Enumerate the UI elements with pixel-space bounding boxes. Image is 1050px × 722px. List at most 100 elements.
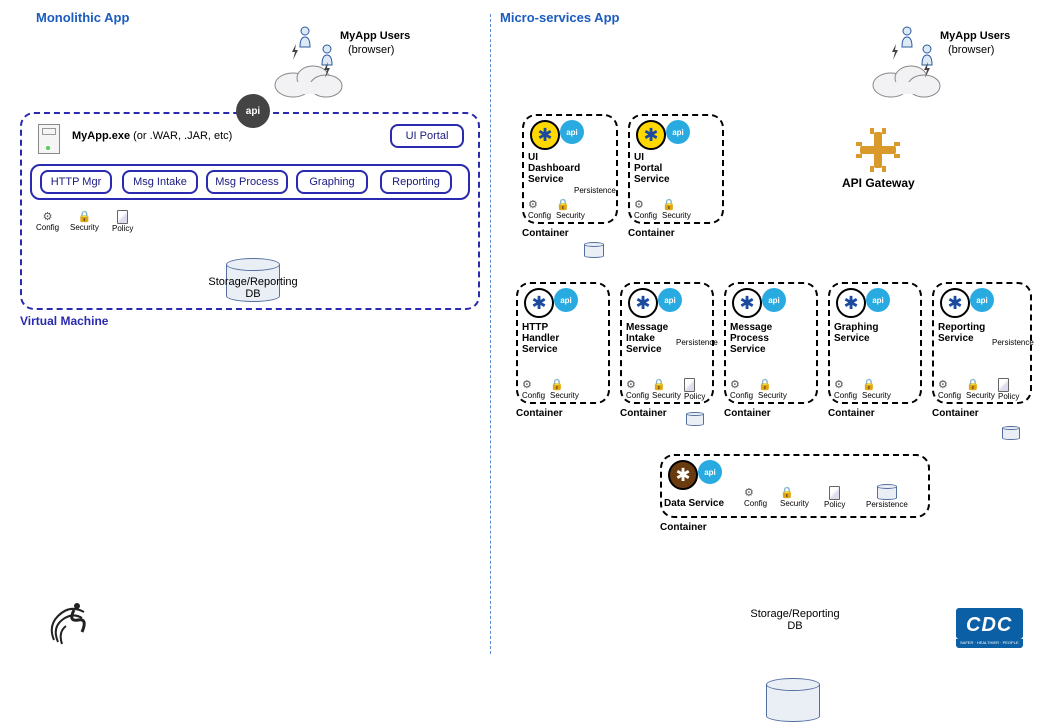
- policy-label: Policy: [112, 224, 133, 233]
- security-item: 🔒Security: [556, 198, 585, 220]
- config-item: ⚙Config: [634, 198, 657, 220]
- container-label: Container: [620, 408, 667, 419]
- config-item: ⚙ Config: [36, 210, 59, 232]
- microservices-heading: Micro-services App: [500, 10, 619, 25]
- policy-icon: [117, 210, 128, 224]
- cdc-logo: CDC SAFER · HEALTHIER · PEOPLE: [956, 608, 1023, 648]
- security-item: 🔒Security: [780, 486, 809, 508]
- lightning-icon: [290, 44, 300, 63]
- right-users-title: MyApp Users: [940, 30, 1010, 42]
- policy-icon: [998, 378, 1009, 392]
- db-label: Storage/Reporting DB: [198, 276, 308, 300]
- lock-icon: 🔒: [862, 379, 876, 391]
- ui-portal-module: UI Portal: [390, 124, 464, 148]
- config-item: ⚙Config: [938, 378, 961, 400]
- policy-item: Policy: [112, 210, 133, 233]
- security-item: 🔒Security: [966, 378, 995, 400]
- medical-star-icon: ✱: [940, 288, 970, 318]
- app-name-line: MyApp.exe (or .WAR, .JAR, etc): [72, 130, 232, 142]
- container-label: Container: [522, 228, 569, 239]
- persistence-label: Persistence: [574, 186, 616, 195]
- security-item: 🔒Security: [662, 198, 691, 220]
- persistence-icon: [1002, 426, 1020, 440]
- svc-name: Graphing Service: [834, 322, 878, 344]
- medical-star-icon: ✱: [628, 288, 658, 318]
- lock-icon: 🔒: [556, 199, 570, 211]
- svc-name: Message Intake Service: [626, 322, 668, 355]
- lock-icon: 🔒: [780, 487, 794, 499]
- server-icon: [38, 124, 60, 154]
- svc-name: HTTP Handler Service: [522, 322, 559, 355]
- cloud-icon: [866, 60, 946, 103]
- api-gateway-label: API Gateway: [842, 176, 915, 190]
- lightning-icon: [890, 44, 900, 63]
- security-item: 🔒 Security: [70, 210, 99, 232]
- gear-icon: ⚙: [634, 199, 644, 211]
- lock-icon: 🔒: [966, 379, 980, 391]
- api-badge: api: [560, 120, 584, 144]
- user-icon: [298, 26, 312, 51]
- container-label: Container: [724, 408, 771, 419]
- gear-icon: ⚙: [36, 210, 59, 223]
- lightning-icon: [922, 62, 932, 81]
- gear-icon: ⚙: [834, 379, 844, 391]
- api-badge: api: [866, 288, 890, 312]
- api-badge: api: [698, 460, 722, 484]
- config-item: ⚙Config: [730, 378, 753, 400]
- gear-icon: ⚙: [522, 379, 532, 391]
- container-label: Container: [516, 408, 563, 419]
- config-label: Config: [36, 223, 59, 232]
- medical-star-icon: ✱: [524, 288, 554, 318]
- persistence-label: Persistence: [992, 338, 1034, 347]
- db-icon: [766, 678, 820, 722]
- monolithic-heading: Monolithic App: [36, 10, 129, 25]
- api-badge: api: [970, 288, 994, 312]
- lightning-icon: [322, 62, 332, 81]
- gear-icon: ⚙: [744, 487, 754, 499]
- lock-icon: 🔒: [550, 379, 564, 391]
- security-item: 🔒Security: [862, 378, 891, 400]
- svc-name: Reporting Service: [938, 322, 985, 344]
- module-http-mgr: HTTP Mgr: [40, 170, 112, 194]
- config-item: ⚙Config: [528, 198, 551, 220]
- api-badge: api: [666, 120, 690, 144]
- left-users-title: MyApp Users: [340, 30, 410, 42]
- svc-name: Data Service: [664, 498, 724, 509]
- module-reporting: Reporting: [380, 170, 452, 194]
- api-badge: api: [762, 288, 786, 312]
- container-label: Container: [660, 522, 707, 533]
- lock-icon: 🔒: [70, 210, 99, 223]
- api-gateway-icon: [856, 128, 900, 175]
- medical-star-icon: ✱: [732, 288, 762, 318]
- module-msg-process: Msg Process: [206, 170, 288, 194]
- db-label: Storage/Reporting DB: [740, 608, 850, 632]
- lock-icon: 🔒: [758, 379, 772, 391]
- cdc-logo-text: CDC: [956, 608, 1023, 639]
- right-users-sub: (browser): [948, 44, 994, 56]
- security-label: Security: [70, 223, 99, 232]
- svc-name: UI Portal Service: [634, 152, 670, 185]
- cloud-icon: [268, 60, 348, 103]
- policy-item: Policy: [998, 378, 1019, 401]
- gear-icon: ⚙: [626, 379, 636, 391]
- svc-name: Message Process Service: [730, 322, 772, 355]
- container-label: Container: [628, 228, 675, 239]
- vm-label: Virtual Machine: [20, 314, 108, 328]
- app-suffix: (or .WAR, .JAR, etc): [130, 130, 232, 142]
- api-badge: api: [658, 288, 682, 312]
- security-item: 🔒Security: [652, 378, 681, 400]
- persistence-icon: [686, 412, 704, 426]
- medical-star-icon: ✱: [836, 288, 866, 318]
- security-item: 🔒Security: [758, 378, 787, 400]
- container-label: Container: [932, 408, 979, 419]
- api-badge: api: [236, 94, 270, 128]
- lock-icon: 🔒: [662, 199, 676, 211]
- config-item: ⚙Config: [522, 378, 545, 400]
- security-item: 🔒Security: [550, 378, 579, 400]
- persistence-label: Persistence: [676, 338, 718, 347]
- gear-icon: ⚙: [528, 199, 538, 211]
- medical-star-icon: ✱: [668, 460, 698, 490]
- medical-star-icon: ✱: [636, 120, 666, 150]
- column-divider: [490, 14, 491, 654]
- user-icon: [900, 26, 914, 51]
